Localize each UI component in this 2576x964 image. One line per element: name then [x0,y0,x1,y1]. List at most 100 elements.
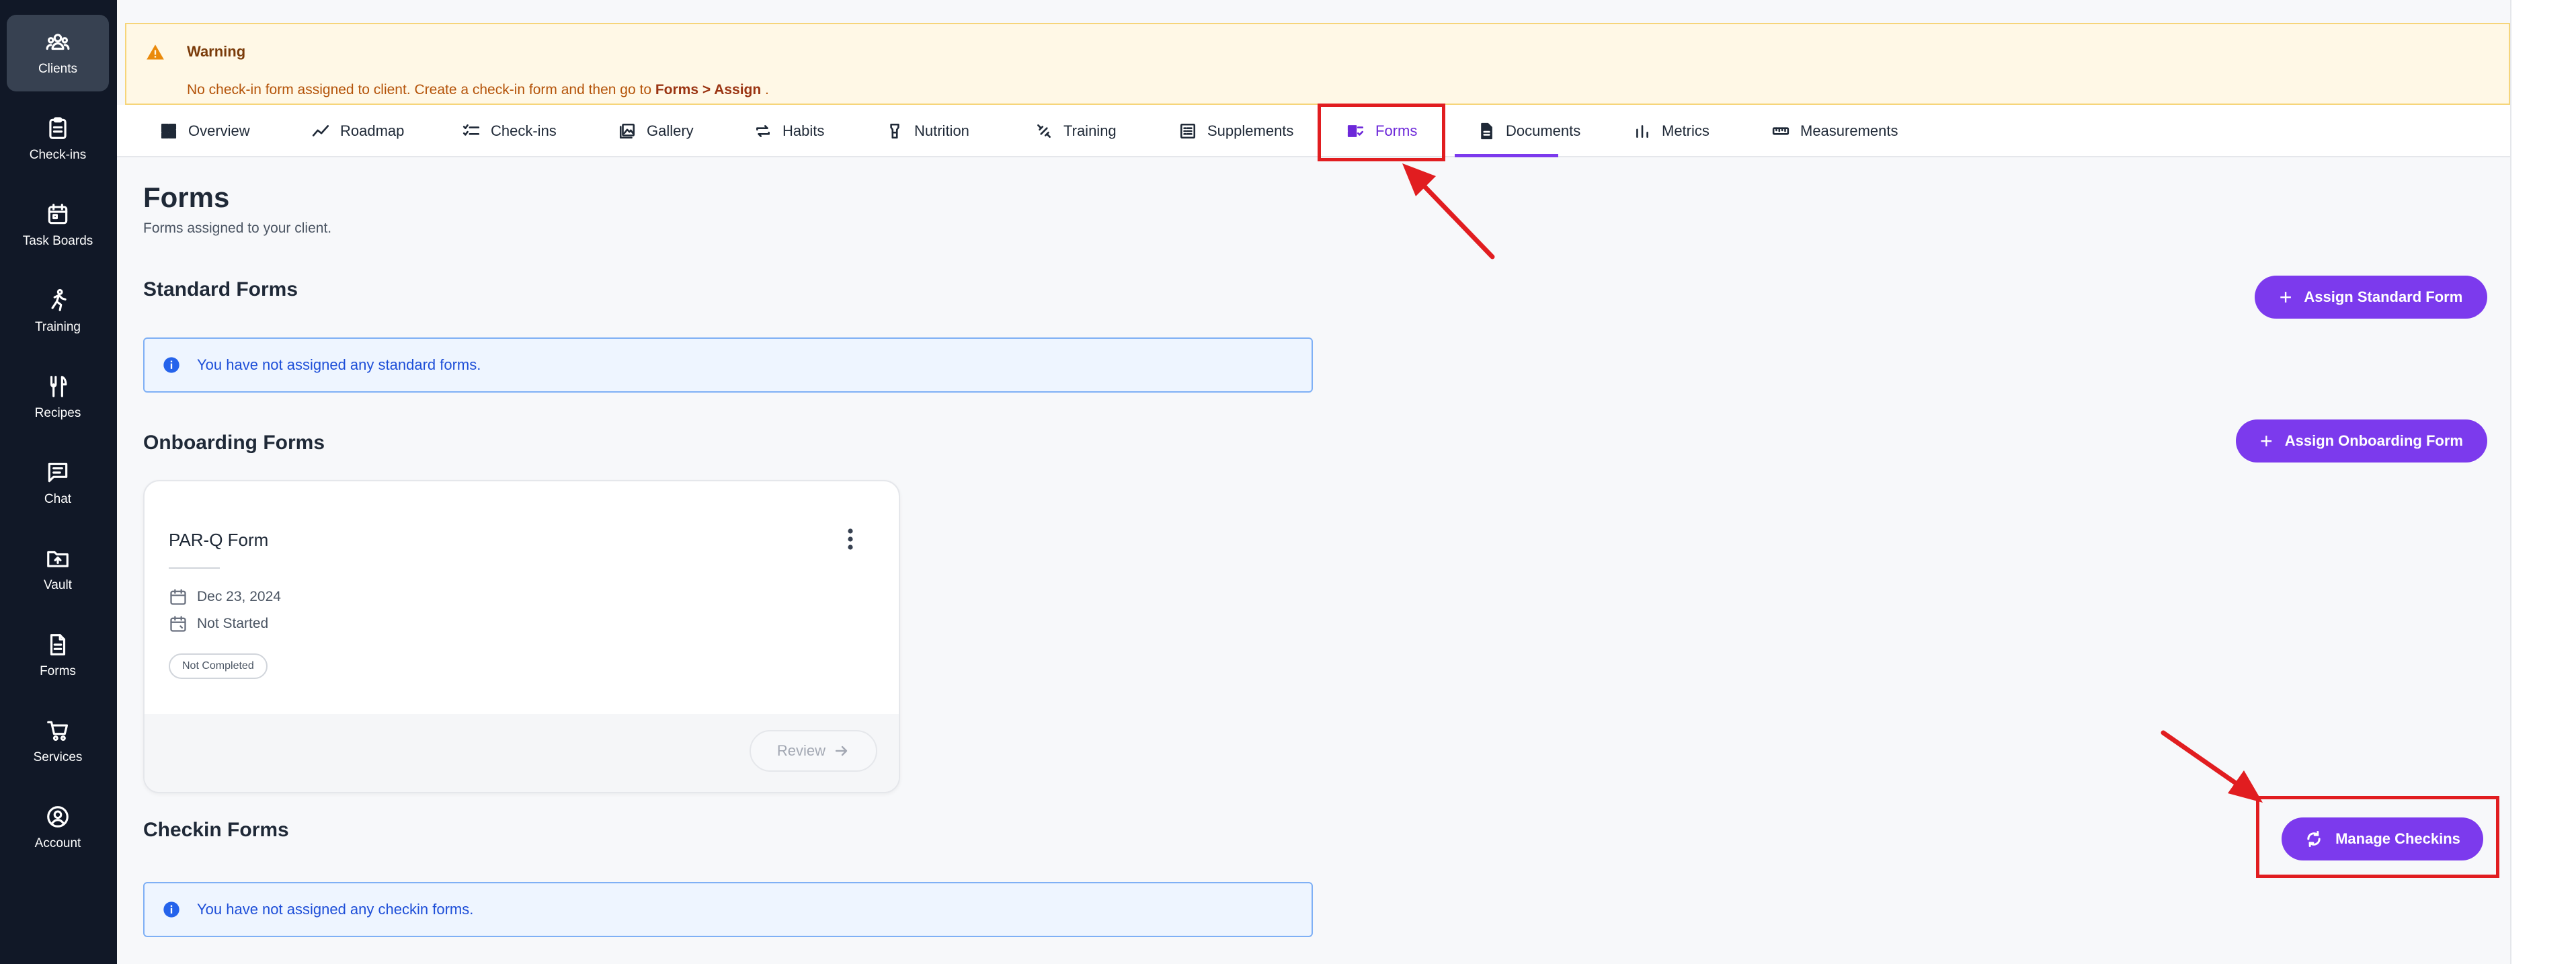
info-icon [163,357,179,373]
plus-icon: + [2279,285,2292,309]
review-button[interactable]: Review [750,730,877,772]
arrow-right-icon [835,746,848,756]
tab-label: Check-ins [491,122,557,139]
form-card-status: Not Started [169,614,268,633]
sidebar-item-forms[interactable]: Forms [7,617,109,694]
page-title: Forms [143,182,230,213]
warning-suffix: . [761,82,769,97]
gallery-icon [619,123,635,139]
running-icon [51,288,67,311]
sidebar-item-label: Services [33,750,83,764]
checkin-forms-title: Checkin Forms [143,819,289,841]
manage-checkins-highlight [2256,796,2499,878]
status-badge: Not Completed [169,653,268,679]
tab-check-ins[interactable]: Check-ins [462,105,557,157]
assign-standard-form-button[interactable]: + Assign Standard Form [2255,276,2487,319]
form-card-par-q[interactable]: PAR-Q Form Dec 23, 2024 Not Started Not … [143,480,900,793]
tab-label: Roadmap [340,122,405,139]
sidebar-item-vault[interactable]: Vault [7,531,109,608]
standard-forms-empty-alert: You have not assigned any standard forms… [143,337,1313,393]
calendar-clock-icon [170,616,186,632]
sidebar-item-account[interactable]: Account [7,789,109,866]
client-tabs: Overview Roadmap Check-ins Gallery Habit… [117,105,2510,157]
tab-label: Training [1063,122,1117,139]
calendar-icon [170,589,186,605]
warning-link[interactable]: Forms > Assign [655,82,761,97]
forms-tab-highlight [1318,104,1445,161]
tab-nutrition[interactable]: Nutrition [886,105,969,157]
more-options-icon[interactable] [842,527,858,551]
folder-upload-icon [47,551,69,567]
checkin-forms-empty-text: You have not assigned any checkin forms. [197,901,474,918]
user-circle-icon [47,806,69,828]
file-icon [1481,122,1492,140]
sidebar-item-clients[interactable]: Clients [7,15,109,91]
sidebar-item-label: Vault [44,578,72,592]
tab-overview[interactable]: Overview [160,105,250,157]
form-card-title: PAR-Q Form [169,530,269,550]
sidebar-item-label: Check-ins [29,148,87,162]
tab-metrics[interactable]: Metrics [1634,105,1709,157]
tab-label: Nutrition [914,122,969,139]
cart-icon [47,721,69,741]
sidebar-item-chat[interactable]: Chat [7,445,109,522]
bar-chart-icon [1636,125,1648,138]
info-icon [163,901,179,918]
tab-label: Measurements [1800,122,1898,139]
tab-label: Documents [1506,122,1581,139]
tab-documents[interactable]: Documents [1478,105,1580,157]
sidebar-item-label: Forms [40,664,76,678]
warning-icon [147,44,164,60]
checkin-forms-empty-alert: You have not assigned any checkin forms. [143,882,1313,937]
tab-label: Habits [782,122,825,139]
review-label: Review [776,742,826,759]
users-icon [46,34,70,50]
sidebar-item-label: Training [35,320,81,334]
standard-forms-empty-text: You have not assigned any standard forms… [197,356,481,373]
assign-standard-form-label: Assign Standard Form [2304,288,2463,305]
assign-onboarding-form-button[interactable]: + Assign Onboarding Form [2236,419,2487,463]
grid-icon [161,123,177,139]
active-tab-indicator [1455,154,1558,157]
standard-forms-title: Standard Forms [143,278,298,300]
tab-habits[interactable]: Habits [754,105,824,157]
tab-label: Supplements [1207,122,1294,139]
dumbbell-icon [1037,124,1051,138]
trend-icon [312,125,329,136]
bottle-icon [890,123,899,139]
card-title-divider [169,567,220,569]
page-subtitle: Forms assigned to your client. [143,220,332,236]
warning-banner: Warning No check-in form assigned to cli… [125,23,2510,105]
tab-supplements[interactable]: Supplements [1179,105,1293,157]
tab-label: Overview [188,122,250,139]
tab-gallery[interactable]: Gallery [618,105,694,157]
form-card-status-text: Not Started [197,616,269,631]
repeat-icon [756,125,770,137]
assign-onboarding-form-label: Assign Onboarding Form [2284,432,2463,449]
tab-label: Gallery [647,122,694,139]
form-card-date: Dec 23, 2024 [169,588,281,606]
sidebar-item-task-boards[interactable]: Task Boards [7,187,109,264]
document-icon [50,634,66,655]
sidebar-item-label: Account [34,836,81,850]
tab-label: Metrics [1662,122,1709,139]
tab-training[interactable]: Training [1035,105,1117,157]
clipboard-icon [49,117,67,139]
sidebar-item-check-ins[interactable]: Check-ins [7,101,109,177]
chat-icon [48,463,68,483]
list-box-icon [1180,123,1196,139]
calendar-icon [48,204,68,225]
sidebar-item-label: Recipes [34,406,81,420]
sidebar-item-services[interactable]: Services [7,703,109,780]
utensils-icon [50,376,67,397]
sidebar: Clients Check-ins Task Boards Training R… [0,0,117,964]
sidebar-item-training[interactable]: Training [7,273,109,350]
onboarding-forms-title: Onboarding Forms [143,432,325,454]
sidebar-item-label: Chat [44,492,72,506]
ruler-icon [1772,127,1789,135]
tab-roadmap[interactable]: Roadmap [312,105,404,157]
right-panel-edge [2510,0,2576,964]
tab-measurements[interactable]: Measurements [1772,105,1898,157]
checklist-icon [462,124,480,136]
sidebar-item-recipes[interactable]: Recipes [7,359,109,436]
